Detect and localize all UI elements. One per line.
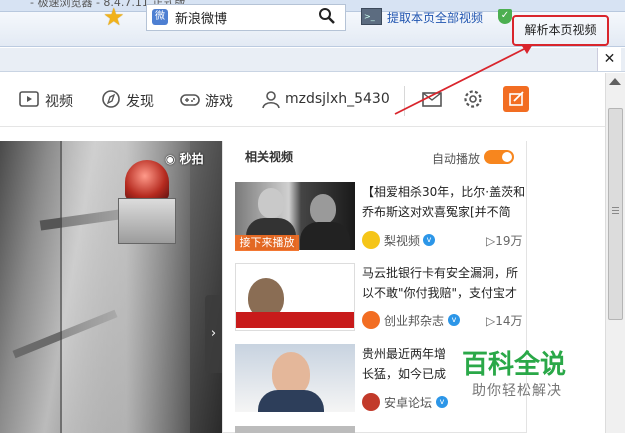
source-avatar — [362, 311, 380, 329]
watermark-logo: 百科全说 — [462, 350, 567, 380]
scroll-grip — [612, 207, 619, 208]
weibo-icon: 微 — [152, 9, 168, 25]
verified-icon: v — [423, 234, 435, 246]
miaopai-logo: ◉ 秒拍 — [165, 152, 204, 166]
watermark-slogan: 助你轻松解决 — [472, 383, 562, 399]
play-count: ▷19万 — [486, 234, 523, 248]
thumbnail-figure — [258, 390, 324, 412]
verified-icon: v — [448, 314, 460, 326]
nav-video[interactable]: 视频 — [45, 91, 73, 111]
search-icon[interactable] — [318, 7, 336, 25]
related-title: 相关视频 — [245, 150, 294, 164]
video-source[interactable]: 梨视频 — [384, 232, 420, 249]
scrollbar-thumb[interactable] — [608, 108, 623, 320]
video-source[interactable]: 安卓论坛 — [384, 394, 432, 411]
star-icon[interactable]: ★ — [103, 4, 125, 30]
video-title[interactable]: 贵州最近两年增长猛，如今已成为 — [362, 344, 452, 384]
autoplay-toggle-knob — [502, 152, 512, 162]
miaopai-label: 秒拍 — [179, 152, 204, 166]
nav-username[interactable]: mzdsjlxh_5430 — [285, 91, 390, 107]
bookmark-label[interactable]: 新浪微博 — [175, 8, 227, 27]
thumbnail-figure — [310, 194, 336, 224]
source-avatar — [362, 231, 380, 249]
nav-discover[interactable]: 发现 — [126, 91, 154, 111]
user-icon — [262, 91, 280, 109]
video-extract-icon[interactable]: >_ — [361, 8, 382, 25]
close-icon[interactable]: ✕ — [597, 48, 621, 71]
thumbnail-figure — [258, 188, 284, 218]
thumbnail-figure — [300, 222, 350, 250]
video-title[interactable]: 【相爱相杀30年，比尔·盖茨和乔布斯这对欢喜冤家[并不简 — [362, 182, 527, 222]
scroll-grip — [612, 213, 619, 214]
play-count: ▷14万 — [486, 314, 523, 328]
scroll-grip — [612, 210, 619, 211]
annotation-arrow-icon — [394, 44, 533, 115]
video-frame-detail — [125, 160, 169, 200]
play-count-value: 14万 — [495, 314, 523, 328]
source-avatar — [362, 393, 380, 411]
thumbnail-detail — [236, 264, 354, 278]
next-video-arrow-icon[interactable]: › — [205, 295, 222, 373]
compass-icon — [102, 90, 120, 108]
next-play-badge: 接下来播放 — [235, 235, 299, 251]
thumbnail-detail — [236, 312, 354, 328]
autoplay-label: 自动播放 — [432, 152, 481, 166]
video-title[interactable]: 马云批银行卡有安全漏洞，所以不敢"你付我赔"，支付宝才 — [362, 263, 527, 303]
play-count-value: 19万 — [495, 234, 523, 248]
verified-icon: v — [436, 396, 448, 408]
video-icon — [19, 91, 39, 107]
scroll-up-arrow-icon[interactable] — [609, 78, 621, 85]
gamepad-icon — [180, 94, 200, 106]
nav-games[interactable]: 游戏 — [205, 91, 233, 111]
shield-icon[interactable]: ✓ — [498, 9, 512, 24]
video-thumbnail[interactable] — [235, 426, 355, 433]
extract-all-videos-link[interactable]: 提取本页全部视频 — [387, 9, 483, 26]
video-frame-detail — [118, 198, 176, 244]
video-source[interactable]: 创业邦杂志 — [384, 312, 444, 329]
